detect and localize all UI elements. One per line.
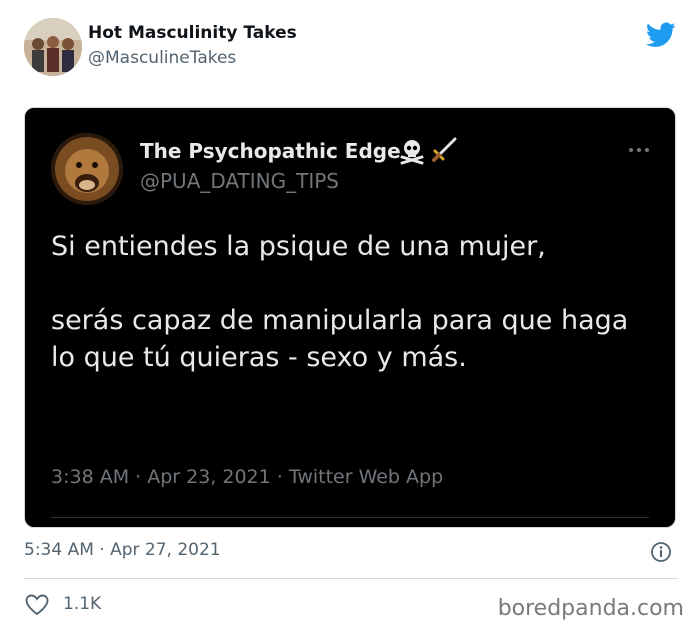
tweet-timestamp[interactable]: 5:34 AM · Apr 27, 2021 [24, 540, 221, 560]
tweet-text-line: lo que tú quieras - sexo y más. [51, 342, 467, 373]
divider [51, 517, 649, 518]
author-name[interactable]: Hot Masculinity Takes [88, 23, 297, 43]
more-options-icon[interactable] [627, 146, 651, 154]
twitter-bird-icon[interactable] [646, 22, 676, 48]
divider [24, 578, 678, 579]
tweet-text-line: serás capaz de manipularla para que haga [51, 305, 629, 336]
heart-icon[interactable] [25, 594, 49, 616]
tweet-text: Si entiendes la psique de una mujer, ser… [51, 228, 651, 376]
tweet-header: Hot Masculinity Takes @MasculineTakes [24, 18, 680, 78]
dagger-icon [432, 137, 457, 162]
like-count[interactable]: 1.1K [63, 594, 101, 614]
inner-author-name[interactable]: The Psychopathic Edge [140, 139, 401, 163]
info-icon[interactable] [650, 541, 672, 563]
page: { "outer_tweet": { "author_name": "Hot M… [0, 0, 700, 633]
author-handle[interactable]: @MasculineTakes [88, 48, 236, 68]
embedded-tweet[interactable]: The Psychopathic Edge @PUA_DATING_TIPS S… [24, 107, 676, 528]
skull-crossbones-icon [400, 140, 424, 165]
inner-timestamp[interactable]: 3:38 AM · Apr 23, 2021 · Twitter Web App [51, 466, 443, 488]
avatar[interactable] [24, 18, 82, 76]
inner-avatar[interactable] [51, 133, 123, 205]
watermark: boredpanda.com [497, 596, 684, 621]
inner-author-handle[interactable]: @PUA_DATING_TIPS [140, 169, 339, 193]
tweet-text-line: Si entiendes la psique de una mujer, [51, 231, 546, 262]
